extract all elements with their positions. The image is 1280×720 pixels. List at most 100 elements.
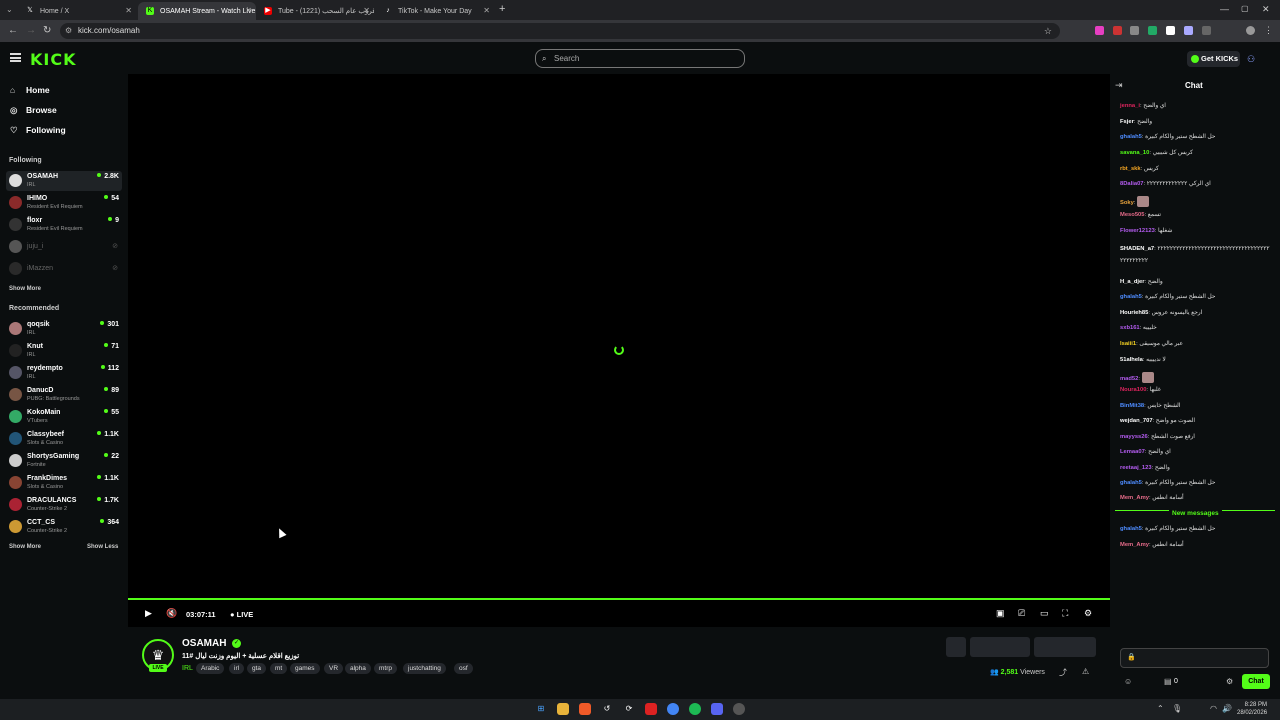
kick-logo[interactable]: KICK: [30, 50, 77, 69]
chat-input[interactable]: 🔒: [1120, 648, 1269, 668]
close-icon[interactable]: ✕: [363, 6, 370, 15]
video-player[interactable]: [128, 74, 1110, 598]
picture-in-picture-icon[interactable]: ▣: [996, 608, 1005, 619]
extension-icon[interactable]: [1184, 26, 1193, 35]
chat-settings-icon[interactable]: ⚙: [1226, 677, 1233, 686]
chat-username[interactable]: ghalah5: [1120, 480, 1142, 486]
chat-username[interactable]: Fsjer: [1120, 119, 1134, 125]
chat-username[interactable]: Flower12123: [1120, 228, 1155, 234]
chat-username[interactable]: mad52: [1120, 376, 1138, 382]
tab-youtube[interactable]: ▶ Tube - قروب عام السحب (1221) ✕: [256, 2, 374, 20]
share-icon[interactable]: ⤴: [1059, 667, 1067, 678]
extension-icon[interactable]: [1148, 26, 1157, 35]
emote-icon[interactable]: ☺: [1124, 677, 1132, 686]
show-more-following-button[interactable]: Show More: [9, 286, 41, 292]
volume-icon[interactable]: 🔊: [1222, 704, 1232, 713]
stream-category[interactable]: IRL: [182, 665, 193, 672]
chat-username[interactable]: Lemaa07: [1120, 449, 1145, 455]
tab-x[interactable]: 𝕏 Home / X ✕: [18, 2, 136, 20]
clip-icon[interactable]: ⎚: [1018, 608, 1025, 619]
settings-gear-icon[interactable]: ⚙: [1084, 608, 1092, 619]
window-close-icon[interactable]: ✕: [1262, 4, 1270, 15]
minimize-icon[interactable]: —: [1220, 4, 1229, 14]
extension-icon[interactable]: [1166, 26, 1175, 35]
new-tab-button[interactable]: +: [499, 3, 505, 15]
following-channel[interactable]: floxr Resident Evil Requiem 9: [6, 215, 122, 235]
windows-start-icon[interactable]: ⊞: [535, 703, 547, 715]
report-warning-icon[interactable]: ⚠: [1082, 667, 1089, 676]
chat-username[interactable]: sxb161: [1120, 325, 1140, 331]
tab-kick[interactable]: K OSAMAH Stream - Watch Live ✕: [138, 2, 256, 20]
following-channel[interactable]: OSAMAH IRL 2.8K: [6, 171, 122, 191]
following-channel[interactable]: IHIMO Resident Evil Requiem 54: [6, 193, 122, 213]
tray-icon[interactable]: 🎙: [1172, 704, 1182, 713]
maximize-icon[interactable]: ▢: [1241, 4, 1249, 13]
stream-tag[interactable]: gta: [247, 663, 267, 674]
brave-browser-icon[interactable]: [579, 703, 591, 715]
recommended-channel[interactable]: KokoMain VTubers 55: [6, 407, 122, 427]
gift-button-placeholder[interactable]: [1034, 637, 1096, 657]
chat-username[interactable]: rbt_skk: [1120, 166, 1141, 172]
chat-username[interactable]: Noura100: [1120, 387, 1146, 393]
system-clock[interactable]: 8:28 PM 28/02/2026: [1237, 701, 1267, 717]
close-icon[interactable]: ✕: [483, 6, 490, 15]
tab-tiktok[interactable]: ♪ TikTok - Make Your Day ✕: [376, 2, 494, 20]
profile-avatar[interactable]: [1246, 26, 1255, 35]
chrome-icon[interactable]: [667, 703, 679, 715]
recommended-channel[interactable]: qoqsik IRL 301: [6, 319, 122, 339]
file-explorer-icon[interactable]: [557, 703, 569, 715]
chat-username[interactable]: Soky: [1120, 200, 1134, 206]
recommended-channel[interactable]: DRACULANCS Counter-Strike 2 1.7K: [6, 495, 122, 515]
stream-tag[interactable]: justchatting: [403, 663, 446, 674]
site-info-icon[interactable]: ⚙: [65, 23, 72, 39]
sidebar-item-browse[interactable]: ◎ Browse: [10, 105, 57, 116]
chat-username[interactable]: 51alhela: [1120, 357, 1143, 363]
follow-button-placeholder[interactable]: [970, 637, 1030, 657]
chat-username[interactable]: reetaaj_123: [1120, 465, 1152, 471]
url-field[interactable]: ⚙ kick.com/osamah ☆: [60, 23, 1060, 39]
wifi-icon[interactable]: ◠: [1210, 704, 1217, 713]
extension-icon[interactable]: [1130, 26, 1139, 35]
reload-icon[interactable]: ↻: [43, 25, 51, 36]
chat-username[interactable]: Mem_Amy: [1120, 542, 1149, 548]
stream-tag[interactable]: irl: [229, 663, 245, 674]
chat-username[interactable]: BinMit38: [1120, 403, 1144, 409]
discord-icon[interactable]: [711, 703, 723, 715]
extensions-puzzle-icon[interactable]: [1202, 26, 1211, 35]
chat-username[interactable]: ghalah5: [1120, 294, 1142, 300]
stream-tag[interactable]: VR: [324, 663, 344, 674]
chat-username[interactable]: jenna_i: [1120, 103, 1140, 109]
forward-arrow-icon[interactable]: →: [26, 25, 36, 36]
tray-chevron-icon[interactable]: ⌃: [1157, 704, 1164, 713]
user-avatar-icon[interactable]: ⚇: [1247, 54, 1255, 65]
chat-username[interactable]: H_a_djer: [1120, 279, 1145, 285]
recommended-channel[interactable]: Knut IRL 71: [6, 341, 122, 361]
app-icon[interactable]: ⟳: [623, 703, 635, 715]
chat-username[interactable]: SHADEN_a7: [1120, 246, 1154, 252]
recommended-channel[interactable]: reydempto IRL 112: [6, 363, 122, 383]
chat-username[interactable]: savana_10: [1120, 150, 1149, 156]
hamburger-menu-icon[interactable]: [10, 53, 21, 62]
recommended-channel[interactable]: DanucD PUBG: Battlegrounds 89: [6, 385, 122, 405]
extension-icon[interactable]: [1113, 26, 1122, 35]
spotify-icon[interactable]: [689, 703, 701, 715]
stream-tag[interactable]: Arabic: [196, 663, 225, 674]
chat-username[interactable]: Mem_Amy: [1120, 495, 1149, 501]
collapse-chat-icon[interactable]: ⇥: [1115, 80, 1123, 91]
following-channel[interactable]: juju_i ⊘: [6, 237, 122, 257]
extension-icon[interactable]: [1095, 26, 1104, 35]
stream-tag[interactable]: alpha: [345, 663, 371, 674]
chat-username[interactable]: Meso505: [1120, 212, 1145, 218]
sidebar-item-home[interactable]: ⌂ Home: [10, 85, 50, 95]
chat-username[interactable]: Hourieh85: [1120, 310, 1148, 316]
sidebar-item-following[interactable]: ♡ Following: [10, 125, 66, 136]
chat-username[interactable]: Isaiii1: [1120, 341, 1136, 347]
stream-tag[interactable]: mt: [270, 663, 288, 674]
recommended-channel[interactable]: Classybeef Slots & Casino 1.1K: [6, 429, 122, 449]
kicks-wallet-icon[interactable]: ▤: [1164, 677, 1172, 686]
show-more-recommended-button[interactable]: Show More: [9, 544, 41, 550]
back-arrow-icon[interactable]: ←: [8, 25, 18, 36]
following-channel[interactable]: iMazzen ⊘: [6, 259, 122, 279]
get-kicks-button[interactable]: Get KICKs: [1187, 51, 1240, 67]
app-icon[interactable]: [733, 703, 745, 715]
